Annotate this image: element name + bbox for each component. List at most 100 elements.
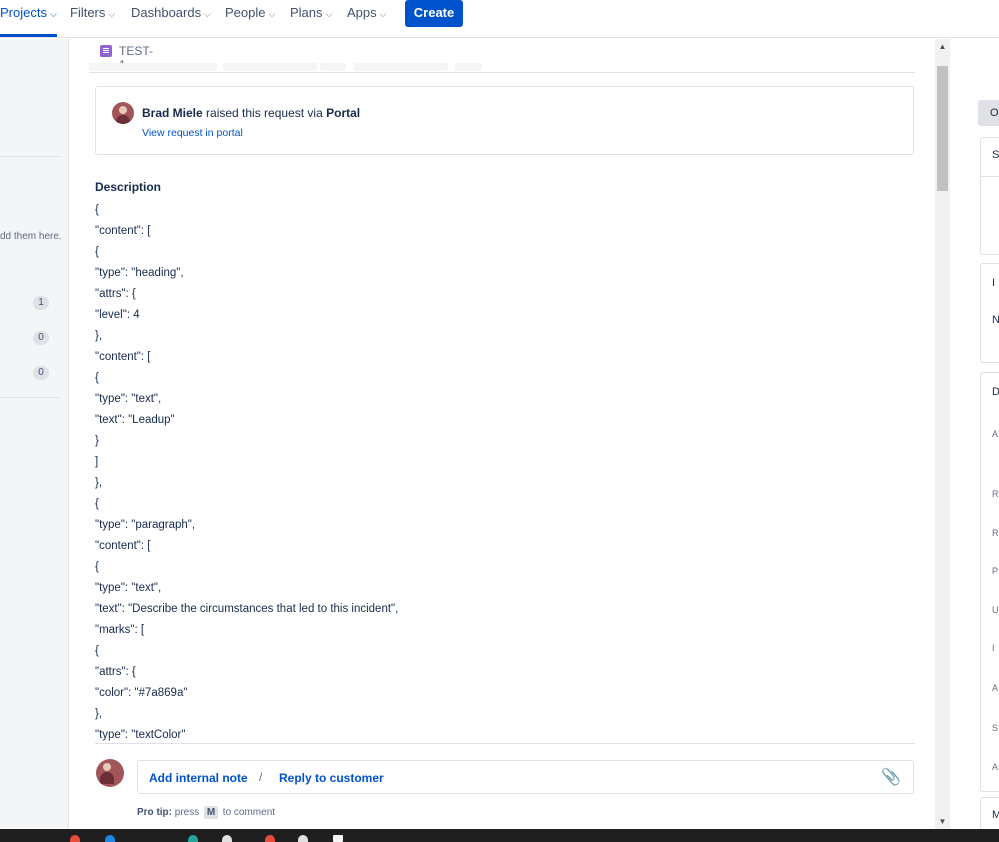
- description-line: "content": [: [95, 351, 151, 363]
- main-scrollbar[interactable]: ▲ ▼: [935, 39, 950, 829]
- chevron-down-icon: ⌵: [268, 9, 276, 19]
- create-button[interactable]: Create: [405, 0, 463, 27]
- app-icon[interactable]: [333, 835, 343, 842]
- toolbar-button[interactable]: [354, 63, 448, 71]
- nav-people-label: People: [225, 5, 266, 20]
- description-line: "level": 4: [95, 309, 140, 321]
- app-icon[interactable]: [70, 835, 80, 842]
- divider: [0, 156, 60, 157]
- chevron-down-icon: ⌵: [204, 9, 211, 19]
- pro-tip-suffix: to comment: [222, 807, 276, 818]
- description-line: "text": "Leadup": [95, 414, 175, 426]
- pro-tip-press: press: [174, 807, 200, 818]
- description-heading: Description: [95, 180, 162, 194]
- request-channel: Portal: [326, 106, 361, 120]
- description-body[interactable]: { "content": [ { "type": "heading", "attrs":…: [95, 202, 905, 748]
- comment-area: Add internal note / Reply to customer 📎 …: [95, 743, 915, 829]
- right-panel-section: S: [980, 137, 999, 255]
- description-line: "content": [: [95, 225, 151, 237]
- nav-projects[interactable]: Projects ⌵: [0, 0, 57, 37]
- description-line: },: [95, 477, 103, 489]
- app-icon[interactable]: [298, 835, 308, 842]
- right-panel-section: I N: [980, 263, 999, 363]
- description-line: }: [95, 435, 99, 447]
- right-panel-details: D A R R P U I A S A: [980, 372, 999, 792]
- nav-plans-label: Plans: [290, 5, 323, 20]
- description-line: "color": "#7a869a": [95, 687, 188, 699]
- right-panel: O S I N D A R R P U I A S A M: [950, 39, 999, 837]
- app-icon[interactable]: [265, 835, 275, 842]
- description-line: {: [95, 246, 99, 258]
- chevron-down-icon: ⌵: [49, 9, 57, 19]
- toolbar-button[interactable]: [89, 63, 217, 71]
- reporter-name[interactable]: Brad Miele: [142, 106, 203, 120]
- os-taskbar: [0, 829, 999, 842]
- section-row: N: [992, 314, 999, 326]
- count-badge: 1: [33, 296, 49, 310]
- description-line: "type": "heading",: [95, 267, 184, 279]
- description-line: {: [95, 372, 99, 384]
- chevron-down-icon: ⌵: [379, 9, 387, 19]
- right-panel-tab[interactable]: O: [978, 100, 999, 126]
- field-label: A: [992, 762, 999, 772]
- description-line: ]: [95, 456, 99, 468]
- description-line: },: [95, 330, 103, 342]
- description-line: "marks": [: [95, 624, 145, 636]
- description-line: "attrs": {: [95, 288, 136, 300]
- description-line: "type": "text",: [95, 393, 162, 405]
- field-label: A: [992, 429, 999, 439]
- nav-apps[interactable]: Apps ⌵: [347, 0, 386, 38]
- nav-filters-label: Filters: [70, 5, 106, 20]
- section-heading: M: [992, 809, 999, 821]
- description-line: "type": "text",: [95, 582, 162, 594]
- toolbar-button[interactable]: [320, 63, 346, 71]
- field-label: U: [992, 605, 999, 615]
- app-icon[interactable]: [188, 835, 198, 842]
- field-label: I: [992, 643, 995, 653]
- description-line: },: [95, 708, 103, 720]
- nav-filters[interactable]: Filters ⌵: [70, 0, 115, 38]
- comment-box[interactable]: Add internal note / Reply to customer 📎: [137, 760, 914, 794]
- count-badge: 0: [33, 331, 49, 345]
- scroll-up-icon[interactable]: ▲: [935, 39, 950, 54]
- chevron-down-icon: ⌵: [108, 9, 116, 19]
- field-label: S: [992, 723, 999, 733]
- nav-projects-label: Projects: [0, 5, 47, 20]
- toolbar-button[interactable]: [223, 63, 317, 71]
- field-label: R: [992, 489, 999, 499]
- section-heading: I: [992, 277, 996, 289]
- sidebar-hint-text: dd them here.: [0, 231, 62, 242]
- description-line: "type": "paragraph",: [95, 519, 196, 531]
- attachment-icon[interactable]: 📎: [881, 767, 901, 787]
- field-label: R: [992, 528, 999, 538]
- description-line: "attrs": {: [95, 666, 136, 678]
- top-navigation: Projects ⌵ Filters ⌵ Dashboards ⌵ People ⌵ P…: [0, 0, 999, 38]
- comment-separator: /: [259, 770, 263, 784]
- toolbar-button[interactable]: [455, 63, 482, 71]
- description-line: {: [95, 645, 99, 657]
- keyboard-key: M: [204, 806, 219, 819]
- app-icon[interactable]: [222, 835, 232, 842]
- app-icon[interactable]: [105, 835, 115, 842]
- description-line: "content": [: [95, 540, 151, 552]
- section-heading: D: [992, 386, 999, 398]
- request-card: Brad Miele raised this request via Porta…: [95, 86, 914, 155]
- toolbar-strip: [89, 63, 915, 73]
- issue-detail: TEST-1 Brad Miele raised this request vi…: [69, 39, 935, 829]
- add-internal-note-button[interactable]: Add internal note: [149, 771, 248, 785]
- nav-plans[interactable]: Plans ⌵: [290, 0, 332, 38]
- divider: [981, 176, 999, 177]
- pro-tip: Pro tip: press M to comment: [137, 806, 275, 819]
- left-sidebar: dd them here. 1 0 0: [0, 39, 69, 829]
- description-line: {: [95, 561, 99, 573]
- field-label: P: [992, 566, 999, 576]
- nav-people[interactable]: People ⌵: [225, 0, 275, 38]
- divider: [0, 397, 60, 398]
- nav-apps-label: Apps: [347, 5, 377, 20]
- scrollbar-thumb[interactable]: [937, 66, 948, 191]
- description-line: {: [95, 498, 99, 510]
- view-request-link[interactable]: View request in portal: [142, 127, 243, 139]
- scroll-down-icon[interactable]: ▼: [935, 814, 950, 829]
- reply-to-customer-button[interactable]: Reply to customer: [279, 771, 384, 785]
- nav-dashboards[interactable]: Dashboards ⌵: [131, 0, 211, 38]
